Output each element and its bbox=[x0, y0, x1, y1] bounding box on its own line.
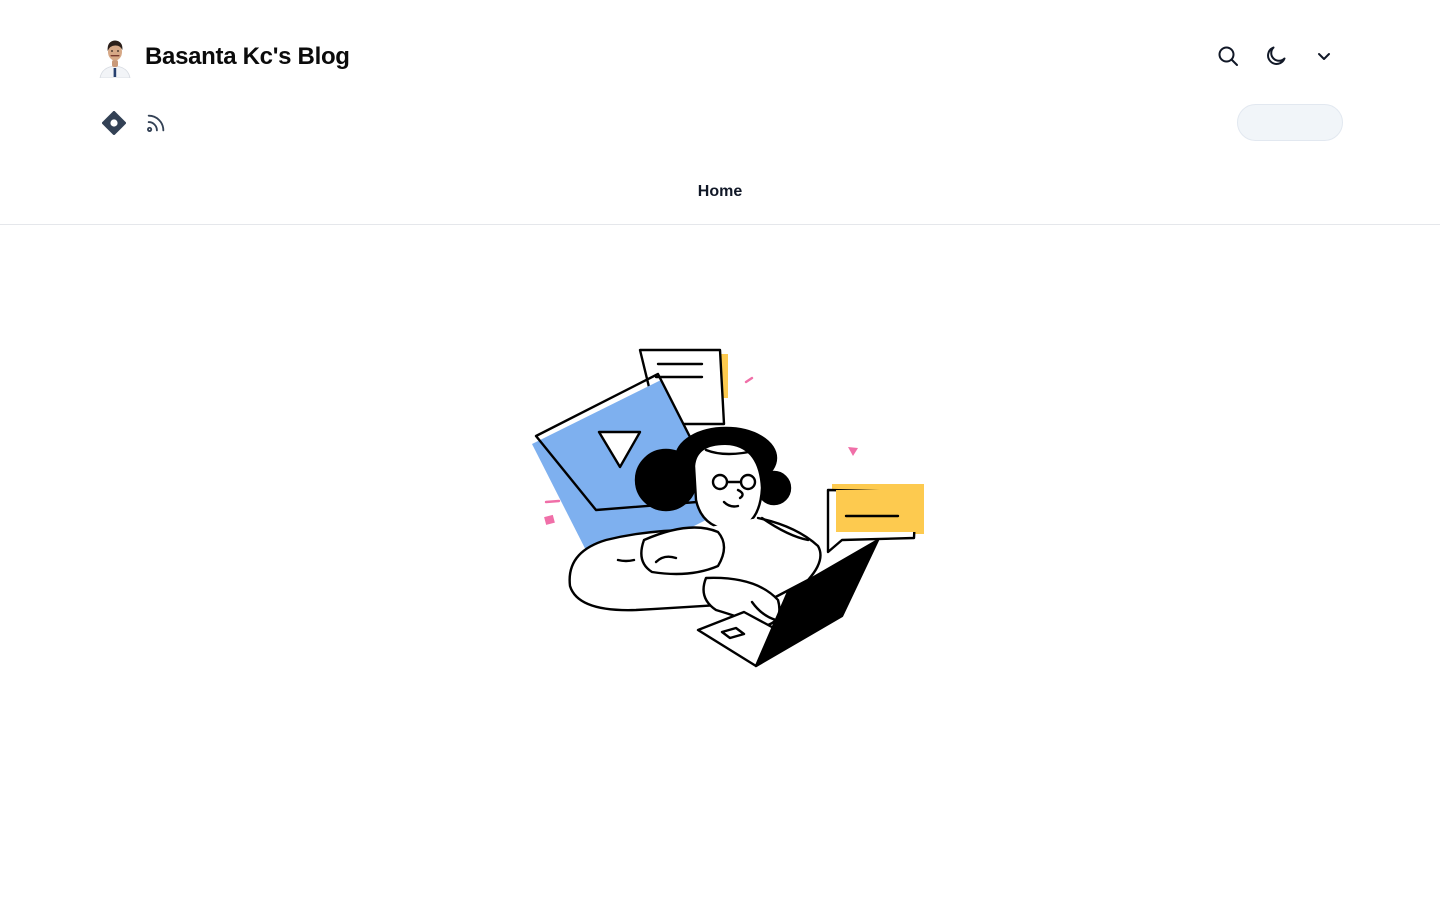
theme-toggle-button[interactable] bbox=[1252, 36, 1300, 76]
blog-title: Basanta Kc's Blog bbox=[145, 43, 350, 70]
rss-icon bbox=[147, 114, 165, 132]
hashnode-icon bbox=[102, 111, 126, 135]
author-avatar bbox=[98, 36, 132, 78]
moon-icon bbox=[1267, 46, 1286, 65]
chevron-down-icon bbox=[1318, 53, 1330, 60]
search-button[interactable] bbox=[1204, 36, 1252, 76]
menu-dropdown-button[interactable] bbox=[1300, 36, 1348, 76]
header-actions bbox=[1204, 36, 1348, 76]
social-links bbox=[100, 109, 170, 137]
header-pill-button[interactable] bbox=[1237, 104, 1343, 141]
blog-brand-link[interactable]: Basanta Kc's Blog bbox=[98, 36, 350, 78]
main-nav: Home bbox=[0, 183, 1440, 201]
empty-state-illustration bbox=[532, 348, 924, 668]
rss-link[interactable] bbox=[142, 109, 170, 137]
nav-item-home[interactable]: Home bbox=[698, 183, 742, 201]
hashnode-link[interactable] bbox=[100, 109, 128, 137]
search-icon bbox=[1218, 46, 1238, 66]
site-header: Basanta Kc's Blog Home bbox=[0, 0, 1440, 225]
